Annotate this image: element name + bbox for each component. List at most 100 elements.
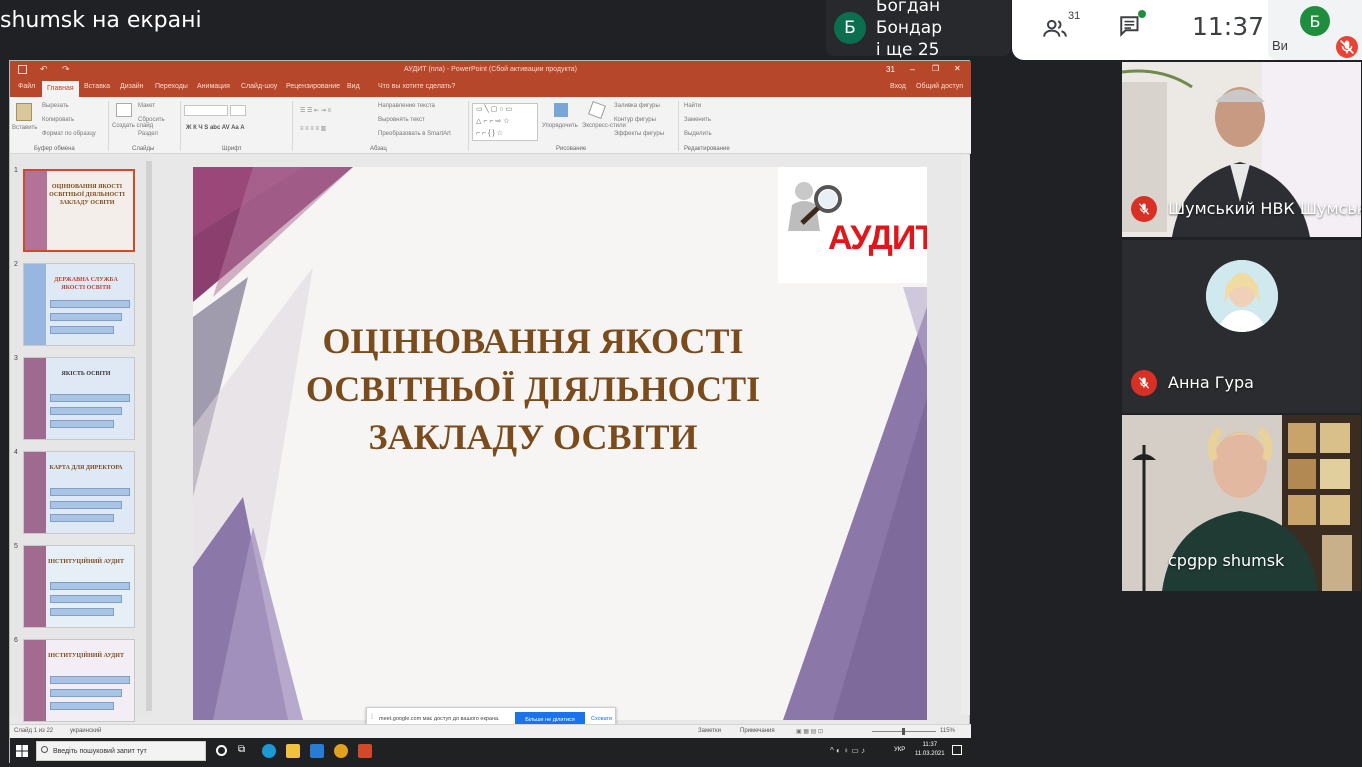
hide-notification-button[interactable]: Сховати: [591, 716, 612, 722]
zoom-thumb[interactable]: [902, 728, 905, 735]
mail-icon[interactable]: [310, 744, 324, 758]
task-view-icon[interactable]: ⧉: [238, 744, 245, 755]
tab-animation[interactable]: Анимация: [197, 83, 230, 90]
comments-button[interactable]: Примечания: [740, 728, 775, 734]
replace-button[interactable]: Заменить: [684, 117, 711, 123]
notifications-icon[interactable]: [952, 745, 962, 755]
slide-thumbnail[interactable]: КАРТА ДЛЯ ДИРЕКТОРА: [23, 451, 135, 534]
align-icons[interactable]: ≡ ≡ ≡ ≡ ▥: [300, 125, 326, 132]
align-text-button[interactable]: Выровнять текст: [378, 117, 425, 123]
paste-button[interactable]: Вставить: [12, 125, 37, 131]
current-slide[interactable]: АУДИТ ОЦІНЮВАННЯ ЯКОСТІ ОСВІТНЬОЇ ДІЯЛЬН…: [193, 167, 927, 720]
slide-thumbnail[interactable]: ЯКІСТЬ ОСВІТИ: [23, 357, 135, 440]
slide-thumbnail[interactable]: ІНСТИТУЦІЙНИЙ АУДИТ: [23, 639, 135, 722]
people-button[interactable]: 31: [1042, 8, 1092, 48]
copy-button[interactable]: Копировать: [42, 117, 74, 123]
ribbon-tabs: Файл Главная Вставка Дизайн Переходы Ани…: [10, 80, 971, 97]
tab-review[interactable]: Рецензирование: [286, 83, 340, 90]
participant-tile[interactable]: срgрр shumsk: [1122, 415, 1361, 591]
view-buttons[interactable]: ▣ ▦ ▤ ⊡: [796, 728, 823, 735]
thumbnail-title: ІНСТИТУЦІЙНИЙ АУДИТ: [48, 653, 124, 659]
ribbon-display-button[interactable]: 31: [886, 65, 895, 74]
group-label-editing: Редактирование: [684, 146, 730, 152]
thumbnail-number: 3: [14, 355, 18, 362]
thumbnail-number: 1: [14, 167, 18, 174]
shape-fill-button[interactable]: Заливка фигуры: [614, 103, 660, 109]
shapes-gallery[interactable]: ▭ ╲ ▢ ○ ▭ △ ⌐ ⌐ ⇨ ☆ ⌐ ⌐ { } ☆: [472, 103, 538, 141]
share-button[interactable]: Общий доступ: [916, 83, 963, 90]
select-button[interactable]: Выделить: [684, 131, 712, 137]
quick-styles-icon[interactable]: [588, 101, 606, 119]
self-mic-off-icon[interactable]: [1336, 36, 1358, 58]
language-indicator[interactable]: украинский: [70, 728, 101, 734]
font-name-box[interactable]: [184, 105, 228, 116]
thumbnail-content-block: [50, 407, 122, 415]
find-button[interactable]: Найти: [684, 103, 701, 109]
tab-design[interactable]: Дизайн: [120, 83, 144, 90]
drag-handle-icon[interactable]: ⁞: [371, 714, 373, 721]
slide-thumbnail[interactable]: ОЦІНЮВАННЯ ЯКОСТІ ОСВІТНЬОЇ ДІЯЛЬНОСТІ З…: [23, 169, 135, 252]
mic-off-icon: [1131, 370, 1157, 396]
thumbnail-content-block: [50, 595, 122, 603]
taskbar-clock[interactable]: 11:37 11.03.2021: [915, 741, 945, 759]
thumbnail-content-block: [50, 689, 122, 697]
tab-insert[interactable]: Вставка: [84, 83, 110, 90]
shape-effects-button[interactable]: Эффекты фигуры: [614, 131, 664, 137]
new-slide-icon[interactable]: [116, 103, 132, 117]
zoom-level[interactable]: 115%: [940, 728, 955, 734]
tab-view[interactable]: Вид: [347, 83, 360, 90]
layout-button[interactable]: Макет: [138, 103, 155, 109]
format-painter-button[interactable]: Формат по образцу: [42, 131, 96, 137]
sign-in-link[interactable]: Вход: [890, 83, 906, 90]
thumbnails-scrollbar[interactable]: [146, 161, 152, 711]
quick-styles-button[interactable]: Экспресс-стили: [582, 123, 626, 129]
powerpoint-taskbar-icon[interactable]: [358, 744, 372, 758]
windows-start-icon[interactable]: [16, 745, 28, 757]
maximize-button[interactable]: ❐: [932, 64, 939, 73]
self-tile[interactable]: Б Ви: [1268, 0, 1362, 60]
thumbnail-content-block: [50, 501, 122, 509]
file-explorer-icon[interactable]: [286, 744, 300, 758]
smartart-button[interactable]: Преобразовать в SmartArt: [378, 131, 451, 137]
thumbnail-content-block: [50, 488, 130, 496]
input-language[interactable]: УКР: [894, 747, 905, 753]
participant-tile[interactable]: Анна Гура: [1122, 240, 1361, 413]
chrome-icon[interactable]: [334, 744, 348, 758]
list-icons[interactable]: ☰ ☰ ⇤ ⇥ ≡: [300, 107, 331, 114]
self-label: Ви: [1272, 38, 1288, 53]
arrange-button[interactable]: Упорядочить: [542, 123, 578, 129]
taskbar-search[interactable]: Введіть пошуковий запит тут: [36, 741, 206, 761]
tab-home[interactable]: Главная: [42, 81, 79, 97]
cortana-icon[interactable]: [216, 745, 227, 756]
font-format-icons[interactable]: Ж К Ч S abc AV Aa A: [186, 125, 245, 131]
notes-button[interactable]: Заметки: [698, 728, 721, 734]
presenter-chip[interactable]: Б Богдан Бондар і ще 25: [826, 0, 1011, 60]
participant-tile[interactable]: Шумський НВК Шумськ...: [1122, 62, 1361, 237]
slide-thumbnail[interactable]: ДЕРЖАВНА СЛУЖБА ЯКОСТІ ОСВІТИ: [23, 263, 135, 346]
minimize-button[interactable]: –: [910, 64, 915, 74]
shape-outline-button[interactable]: Контур фигуры: [614, 117, 656, 123]
text-direction-button[interactable]: Направление текста: [378, 103, 435, 109]
chat-button[interactable]: [1112, 10, 1152, 50]
slide-scrollbar[interactable]: [961, 155, 970, 715]
slide-thumbnail[interactable]: ІНСТИТУЦІЙНИЙ АУДИТ: [23, 545, 135, 628]
reset-button[interactable]: Сбросить: [138, 117, 165, 123]
tab-transitions[interactable]: Переходы: [155, 83, 188, 90]
arrange-icon[interactable]: [554, 103, 568, 117]
chat-unread-dot: [1138, 10, 1146, 18]
section-button[interactable]: Раздел: [138, 131, 158, 137]
tab-file[interactable]: Файл: [18, 83, 35, 90]
paste-icon[interactable]: [16, 103, 32, 121]
font-size-box[interactable]: [230, 105, 246, 116]
ribbon-home: Вставить Вырезать Копировать Формат по о…: [10, 97, 971, 154]
thumbnail-title: КАРТА ДЛЯ ДИРЕКТОРА: [49, 465, 123, 471]
close-button[interactable]: ✕: [954, 64, 961, 73]
tray-icons[interactable]: ^ ◐ ♀ ▭ ♪: [830, 746, 865, 755]
cut-button[interactable]: Вырезать: [42, 103, 69, 109]
tell-me-search[interactable]: Что вы хотите сделать?: [378, 83, 455, 90]
tab-slideshow[interactable]: Слайд-шоу: [241, 83, 277, 90]
slide-counter: Слайд 1 из 22: [14, 728, 54, 734]
edge-icon[interactable]: [262, 744, 276, 758]
new-slide-button[interactable]: Создать слайд: [112, 123, 153, 129]
participant-name: срgрр shumsk: [1168, 551, 1285, 570]
